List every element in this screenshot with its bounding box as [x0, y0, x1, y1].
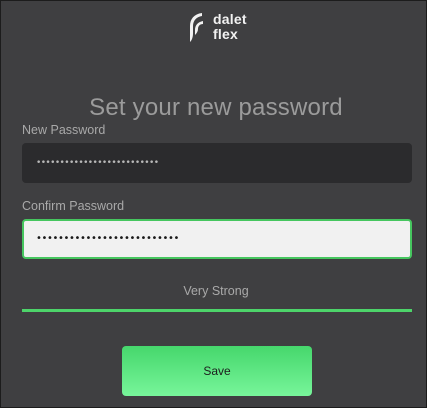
password-strength-fill: [22, 309, 412, 312]
confirm-password-input[interactable]: ••••••••••••••••••••••••••: [22, 219, 412, 259]
new-password-input[interactable]: ••••••••••••••••••••••••••: [22, 143, 412, 183]
new-password-value: ••••••••••••••••••••••••••: [36, 157, 159, 168]
dalet-logo-icon: [190, 13, 203, 42]
new-password-label: New Password: [22, 123, 106, 137]
password-reset-panel: dalet flex Set your new password New Pas…: [0, 0, 427, 408]
dalet-flex-logo: dalet flex: [187, 11, 257, 45]
password-strength-text: Very Strong: [183, 284, 249, 298]
logo-word-dalet: dalet: [213, 11, 247, 27]
confirm-password-label: Confirm Password: [22, 199, 125, 213]
password-strength-meter: [22, 309, 412, 312]
page-title: Set your new password: [89, 94, 343, 121]
save-button[interactable]: Save: [122, 346, 312, 396]
logo-word-flex: flex: [213, 26, 238, 42]
logo-wordmark: dalet flex: [213, 12, 247, 42]
confirm-password-value: ••••••••••••••••••••••••••: [36, 233, 179, 244]
